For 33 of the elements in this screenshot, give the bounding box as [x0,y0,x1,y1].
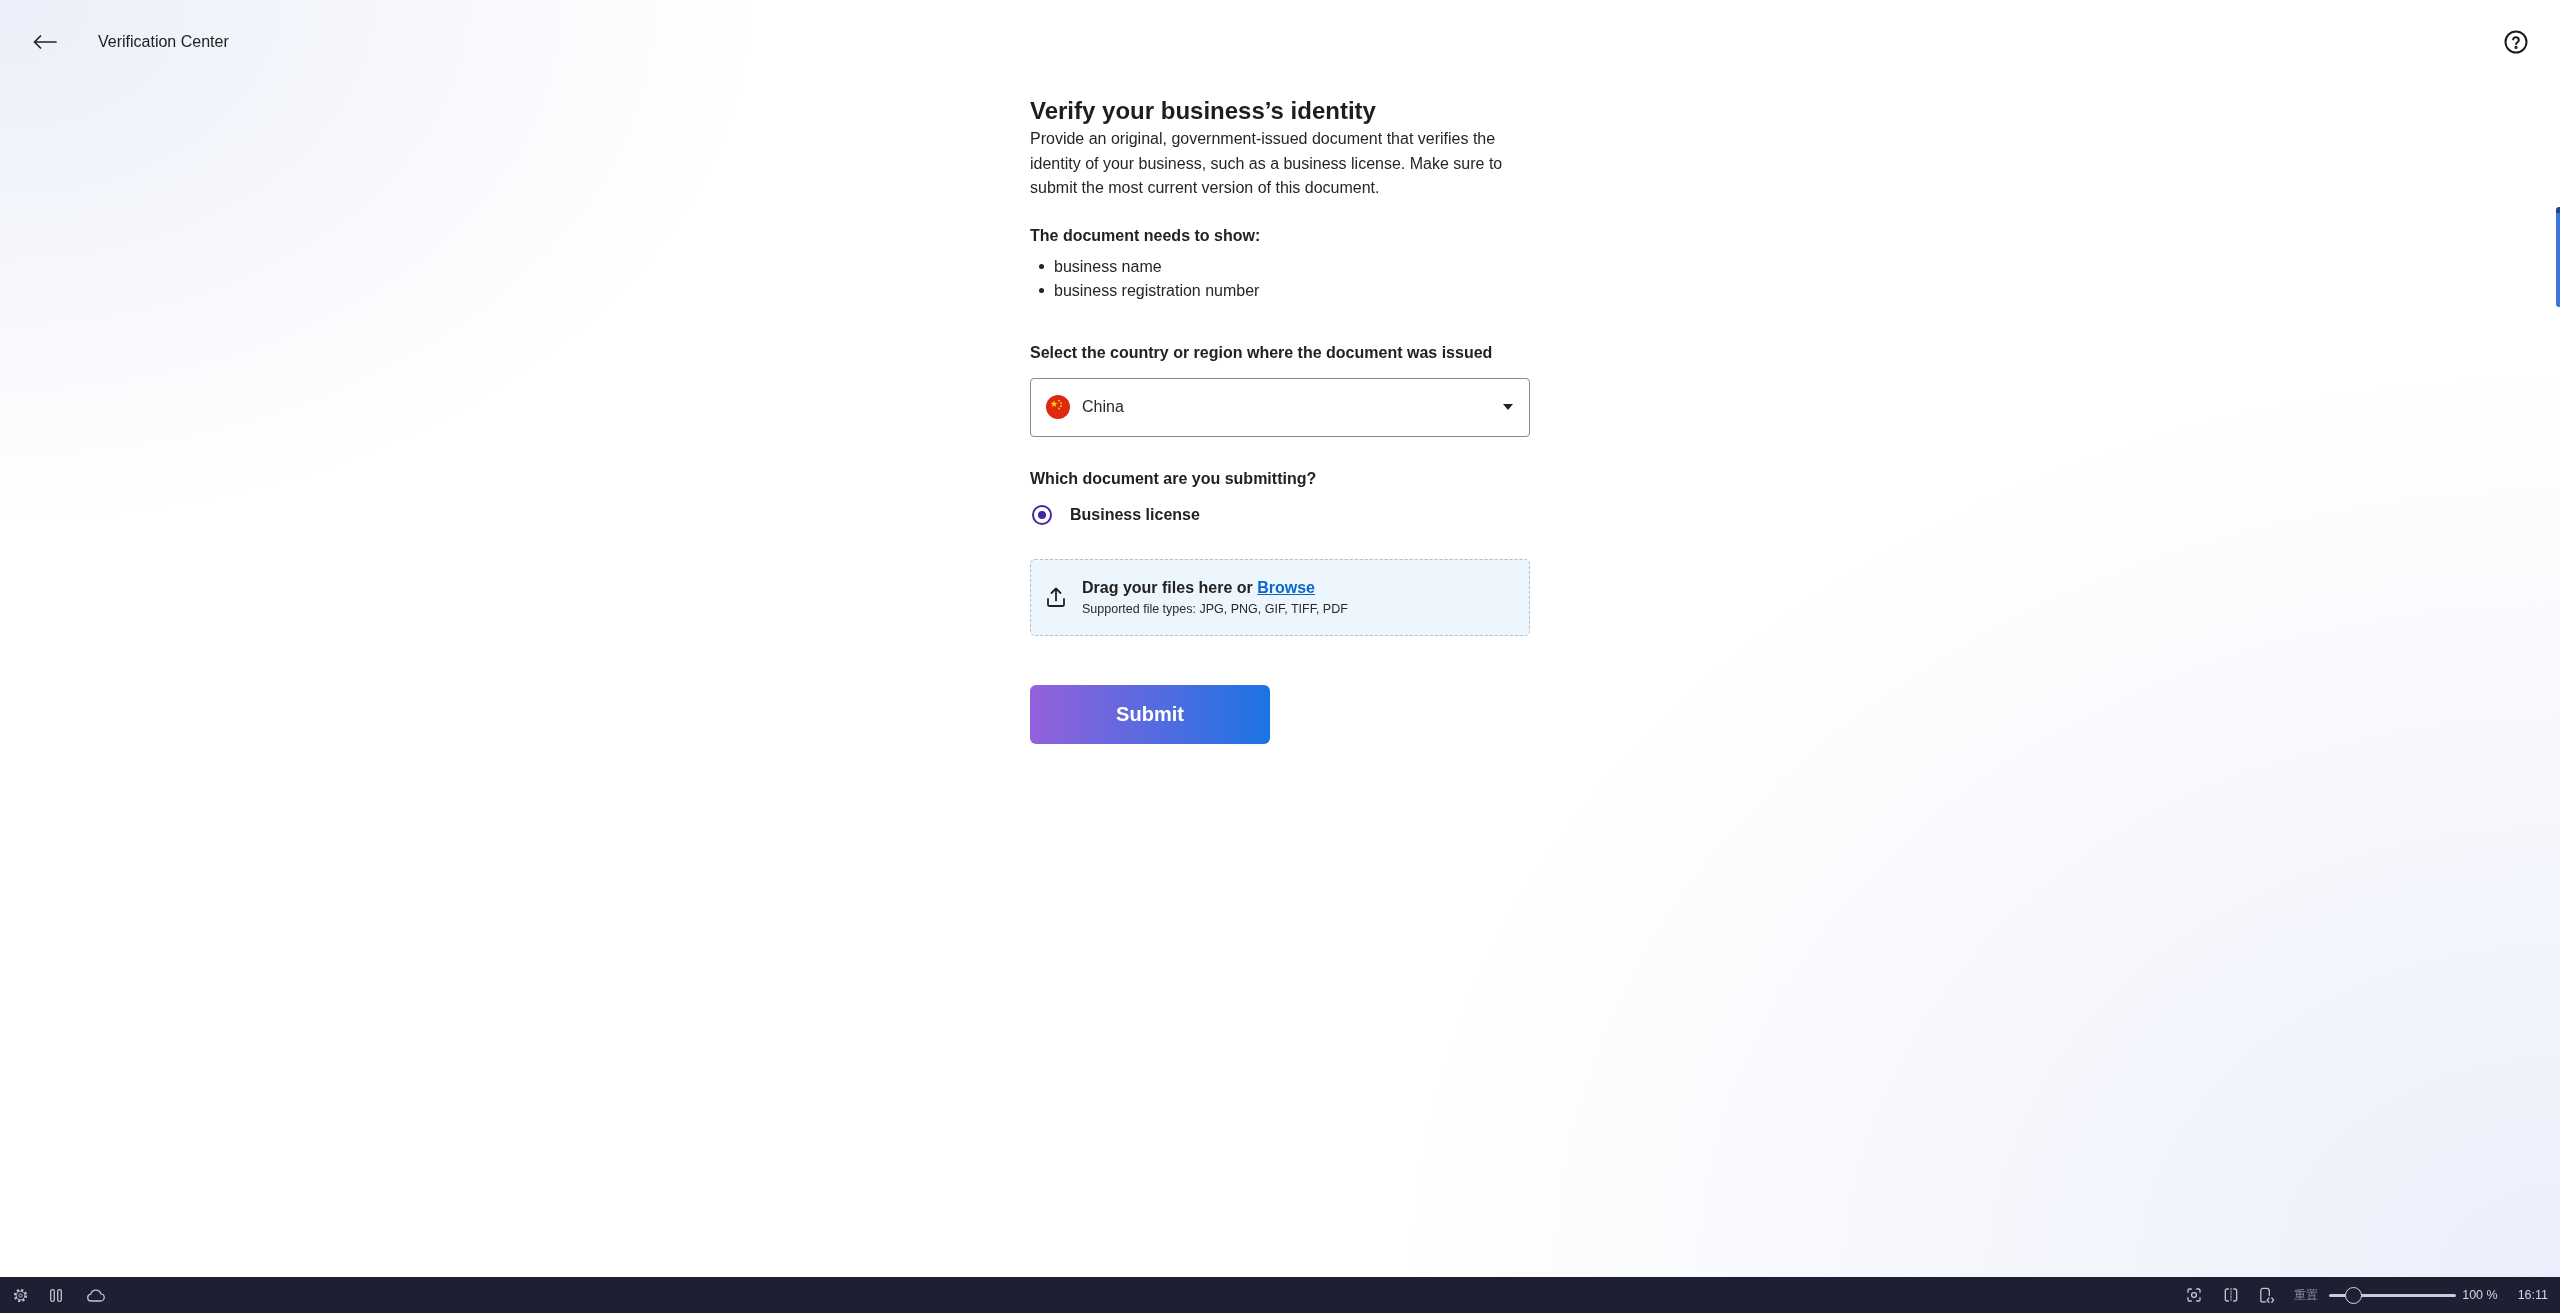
caret-down-icon [1503,404,1513,410]
focus-frame-icon[interactable] [2186,1287,2203,1303]
page-code-icon[interactable] [2258,1286,2276,1304]
split-frame-icon[interactable] [2223,1287,2240,1303]
country-label: Select the country or region where the document was issued [1030,342,1494,363]
radio-label[interactable]: Business license [1070,502,1200,527]
file-types-hint: Supported file types: JPG, PNG, GIF, TIFF, PDF [1082,600,1348,618]
form-description: Provide an original, government-issued document that verifies the identity of your business, such as a business license. Make sure to submit the most current version of this document. [1030,129,1504,198]
country-dropdown[interactable]: China [1030,377,1530,437]
zoom-slider-thumb[interactable] [2344,1286,2362,1304]
clock-time: 16:11 [2517,1286,2548,1304]
double-bar-icon[interactable] [50,1288,62,1302]
bullet-icon [1039,288,1044,293]
requirement-item: business registration number [1054,280,1260,301]
page-title: Verification Center [98,32,229,52]
reset-button[interactable]: 重置 [2294,1287,2319,1303]
gear-icon[interactable] [13,1287,28,1303]
zoom-percentage: 100 % [2462,1286,2498,1304]
upload-prompt: Drag your files here or Browse [1082,577,1316,598]
browse-link[interactable]: Browse [1257,578,1315,596]
document-type-label: Which document are you submitting? [1030,468,1318,489]
back-arrow-icon[interactable] [33,35,57,49]
requirements-title: The document needs to show: [1030,225,1262,246]
requirement-item: business name [1054,256,1162,277]
upload-icon [1047,587,1065,607]
form-heading: Verify your business’s identity [1030,96,1377,126]
upload-dropzone[interactable]: Drag your files here or Browse Supported file types: JPG, PNG, GIF, TIFF, PDF [1030,558,1530,636]
help-icon[interactable] [2504,30,2528,54]
flag-icon [1046,395,1070,419]
submit-button[interactable]: Submit [1030,684,1270,744]
bullet-icon [1039,264,1044,269]
cloud-icon[interactable] [86,1288,105,1302]
radio-button[interactable] [1032,504,1052,525]
